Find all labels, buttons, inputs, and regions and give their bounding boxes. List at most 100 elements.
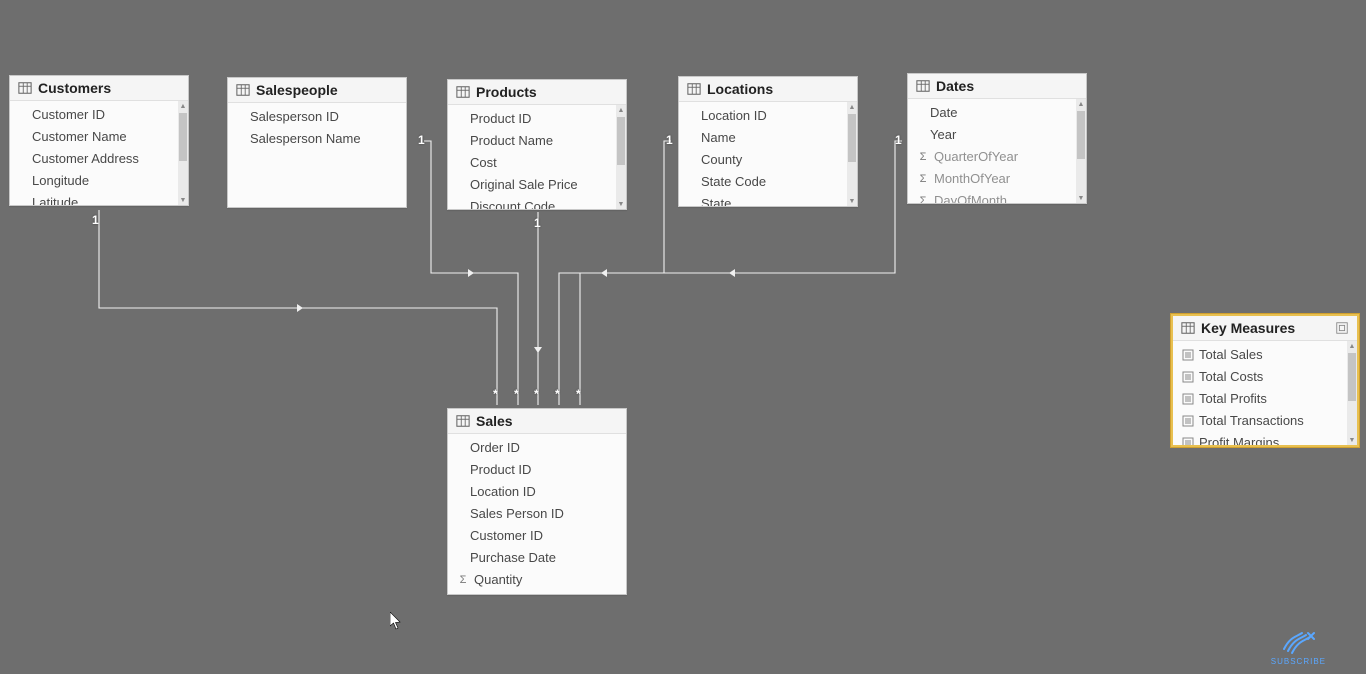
cursor-icon <box>390 612 402 630</box>
field[interactable]: Date <box>908 102 1086 124</box>
field[interactable]: Original Sale Price <box>448 174 626 196</box>
table-header[interactable]: Locations <box>679 77 857 102</box>
table-salespeople[interactable]: Salespeople Salesperson ID Salesperson N… <box>227 77 407 208</box>
table-title: Sales <box>476 413 513 429</box>
scrollbar[interactable]: ▲ ▼ <box>178 101 188 205</box>
field-measure[interactable]: Profit Margins <box>1173 432 1357 445</box>
field-measure[interactable]: Total Costs <box>1173 366 1357 388</box>
field[interactable]: Customer ID <box>10 104 188 126</box>
field[interactable]: County <box>679 149 857 171</box>
scroll-thumb[interactable] <box>617 117 625 165</box>
table-icon <box>1181 321 1195 335</box>
scroll-up-icon[interactable]: ▲ <box>616 105 626 115</box>
field[interactable]: Customer Address <box>10 148 188 170</box>
field-measure[interactable]: Total Sales <box>1173 344 1357 366</box>
field-measure[interactable]: Total Transactions <box>1173 410 1357 432</box>
field[interactable]: Cost <box>448 152 626 174</box>
scroll-down-icon[interactable]: ▼ <box>1347 435 1357 445</box>
cardinality-many: * <box>534 387 539 401</box>
scroll-down-icon[interactable]: ▼ <box>847 196 857 206</box>
sigma-icon: Σ <box>456 573 470 587</box>
sigma-icon: Σ <box>916 194 930 203</box>
field[interactable]: Product Name <box>448 130 626 152</box>
table-title: Dates <box>936 78 974 94</box>
measure-icon <box>1181 436 1195 445</box>
field[interactable]: Order ID <box>448 437 626 459</box>
table-header[interactable]: Salespeople <box>228 78 406 103</box>
field[interactable]: Sales Person ID <box>448 503 626 525</box>
subscribe-icon <box>1278 629 1318 655</box>
field-calculated[interactable]: ΣMonthOfYear <box>908 168 1086 190</box>
field[interactable]: Location ID <box>448 481 626 503</box>
field[interactable]: Latitude <box>10 192 188 205</box>
cardinality-many: * <box>555 387 560 401</box>
field[interactable]: Discount Code <box>448 196 626 209</box>
scrollbar[interactable]: ▲ ▼ <box>1076 99 1086 203</box>
scroll-up-icon[interactable]: ▲ <box>1076 99 1086 109</box>
scroll-down-icon[interactable]: ▼ <box>178 195 188 205</box>
measure-icon <box>1181 348 1195 362</box>
table-icon <box>456 85 470 99</box>
sigma-icon: Σ <box>916 172 930 186</box>
scroll-thumb[interactable] <box>179 113 187 161</box>
field-calculated[interactable]: ΣQuarterOfYear <box>908 146 1086 168</box>
table-customers[interactable]: Customers Customer ID Customer Name Cust… <box>9 75 189 206</box>
field[interactable]: Product ID <box>448 108 626 130</box>
field[interactable]: Salesperson Name <box>228 128 406 150</box>
table-title: Customers <box>38 80 111 96</box>
field-calculated[interactable]: ΣDayOfMonth <box>908 190 1086 203</box>
field[interactable]: Location ID <box>679 105 857 127</box>
table-title: Salespeople <box>256 82 338 98</box>
cardinality-many: * <box>514 387 519 401</box>
table-icon <box>236 83 250 97</box>
field[interactable]: Product ID <box>448 459 626 481</box>
scrollbar[interactable]: ▲ ▼ <box>616 105 626 209</box>
field-measure[interactable]: Total Profits <box>1173 388 1357 410</box>
cardinality-many: * <box>493 387 498 401</box>
scroll-thumb[interactable] <box>1348 353 1356 401</box>
scroll-down-icon[interactable]: ▼ <box>616 199 626 209</box>
measure-icon <box>1181 370 1195 384</box>
collapse-icon[interactable] <box>1335 321 1349 335</box>
scroll-thumb[interactable] <box>848 114 856 162</box>
table-header[interactable]: Dates <box>908 74 1086 99</box>
scroll-up-icon[interactable]: ▲ <box>1347 341 1357 351</box>
scroll-up-icon[interactable]: ▲ <box>178 101 188 111</box>
field[interactable]: Year <box>908 124 1086 146</box>
table-products[interactable]: Products Product ID Product Name Cost Or… <box>447 79 627 210</box>
table-header[interactable]: Products <box>448 80 626 105</box>
field[interactable]: State <box>679 193 857 206</box>
field[interactable]: State Code <box>679 171 857 193</box>
cardinality-many: * <box>576 387 581 401</box>
field[interactable]: Name <box>679 127 857 149</box>
field[interactable]: ΣQuantity <box>448 569 626 591</box>
cardinality-one: 1 <box>534 216 541 230</box>
table-header[interactable]: Sales <box>448 409 626 434</box>
scroll-down-icon[interactable]: ▼ <box>1076 193 1086 203</box>
field[interactable]: Salesperson ID <box>228 106 406 128</box>
table-icon <box>456 414 470 428</box>
sigma-icon: Σ <box>916 150 930 164</box>
scroll-thumb[interactable] <box>1077 111 1085 159</box>
cardinality-one: 1 <box>92 213 99 227</box>
scrollbar[interactable]: ▲ ▼ <box>1347 341 1357 445</box>
table-title: Locations <box>707 81 773 97</box>
field[interactable]: Longitude <box>10 170 188 192</box>
cardinality-one: 1 <box>666 133 673 147</box>
field[interactable]: Customer Name <box>10 126 188 148</box>
measure-icon <box>1181 414 1195 428</box>
scroll-up-icon[interactable]: ▲ <box>847 102 857 112</box>
table-dates[interactable]: Dates Date Year ΣQuarterOfYear ΣMonthOfY… <box>907 73 1087 204</box>
table-locations[interactable]: Locations Location ID Name County State … <box>678 76 858 207</box>
table-icon <box>916 79 930 93</box>
table-header[interactable]: Key Measures <box>1173 316 1357 341</box>
field[interactable]: Customer ID <box>448 525 626 547</box>
scrollbar[interactable]: ▲ ▼ <box>847 102 857 206</box>
table-key-measures[interactable]: Key Measures Total Sales Total Costs Tot… <box>1171 314 1359 447</box>
cardinality-one: 1 <box>418 133 425 147</box>
table-sales[interactable]: Sales Order ID Product ID Location ID Sa… <box>447 408 627 595</box>
table-title: Key Measures <box>1201 320 1295 336</box>
subscribe-watermark: SUBSCRIBE <box>1271 629 1326 666</box>
field[interactable]: Purchase Date <box>448 547 626 569</box>
table-header[interactable]: Customers <box>10 76 188 101</box>
